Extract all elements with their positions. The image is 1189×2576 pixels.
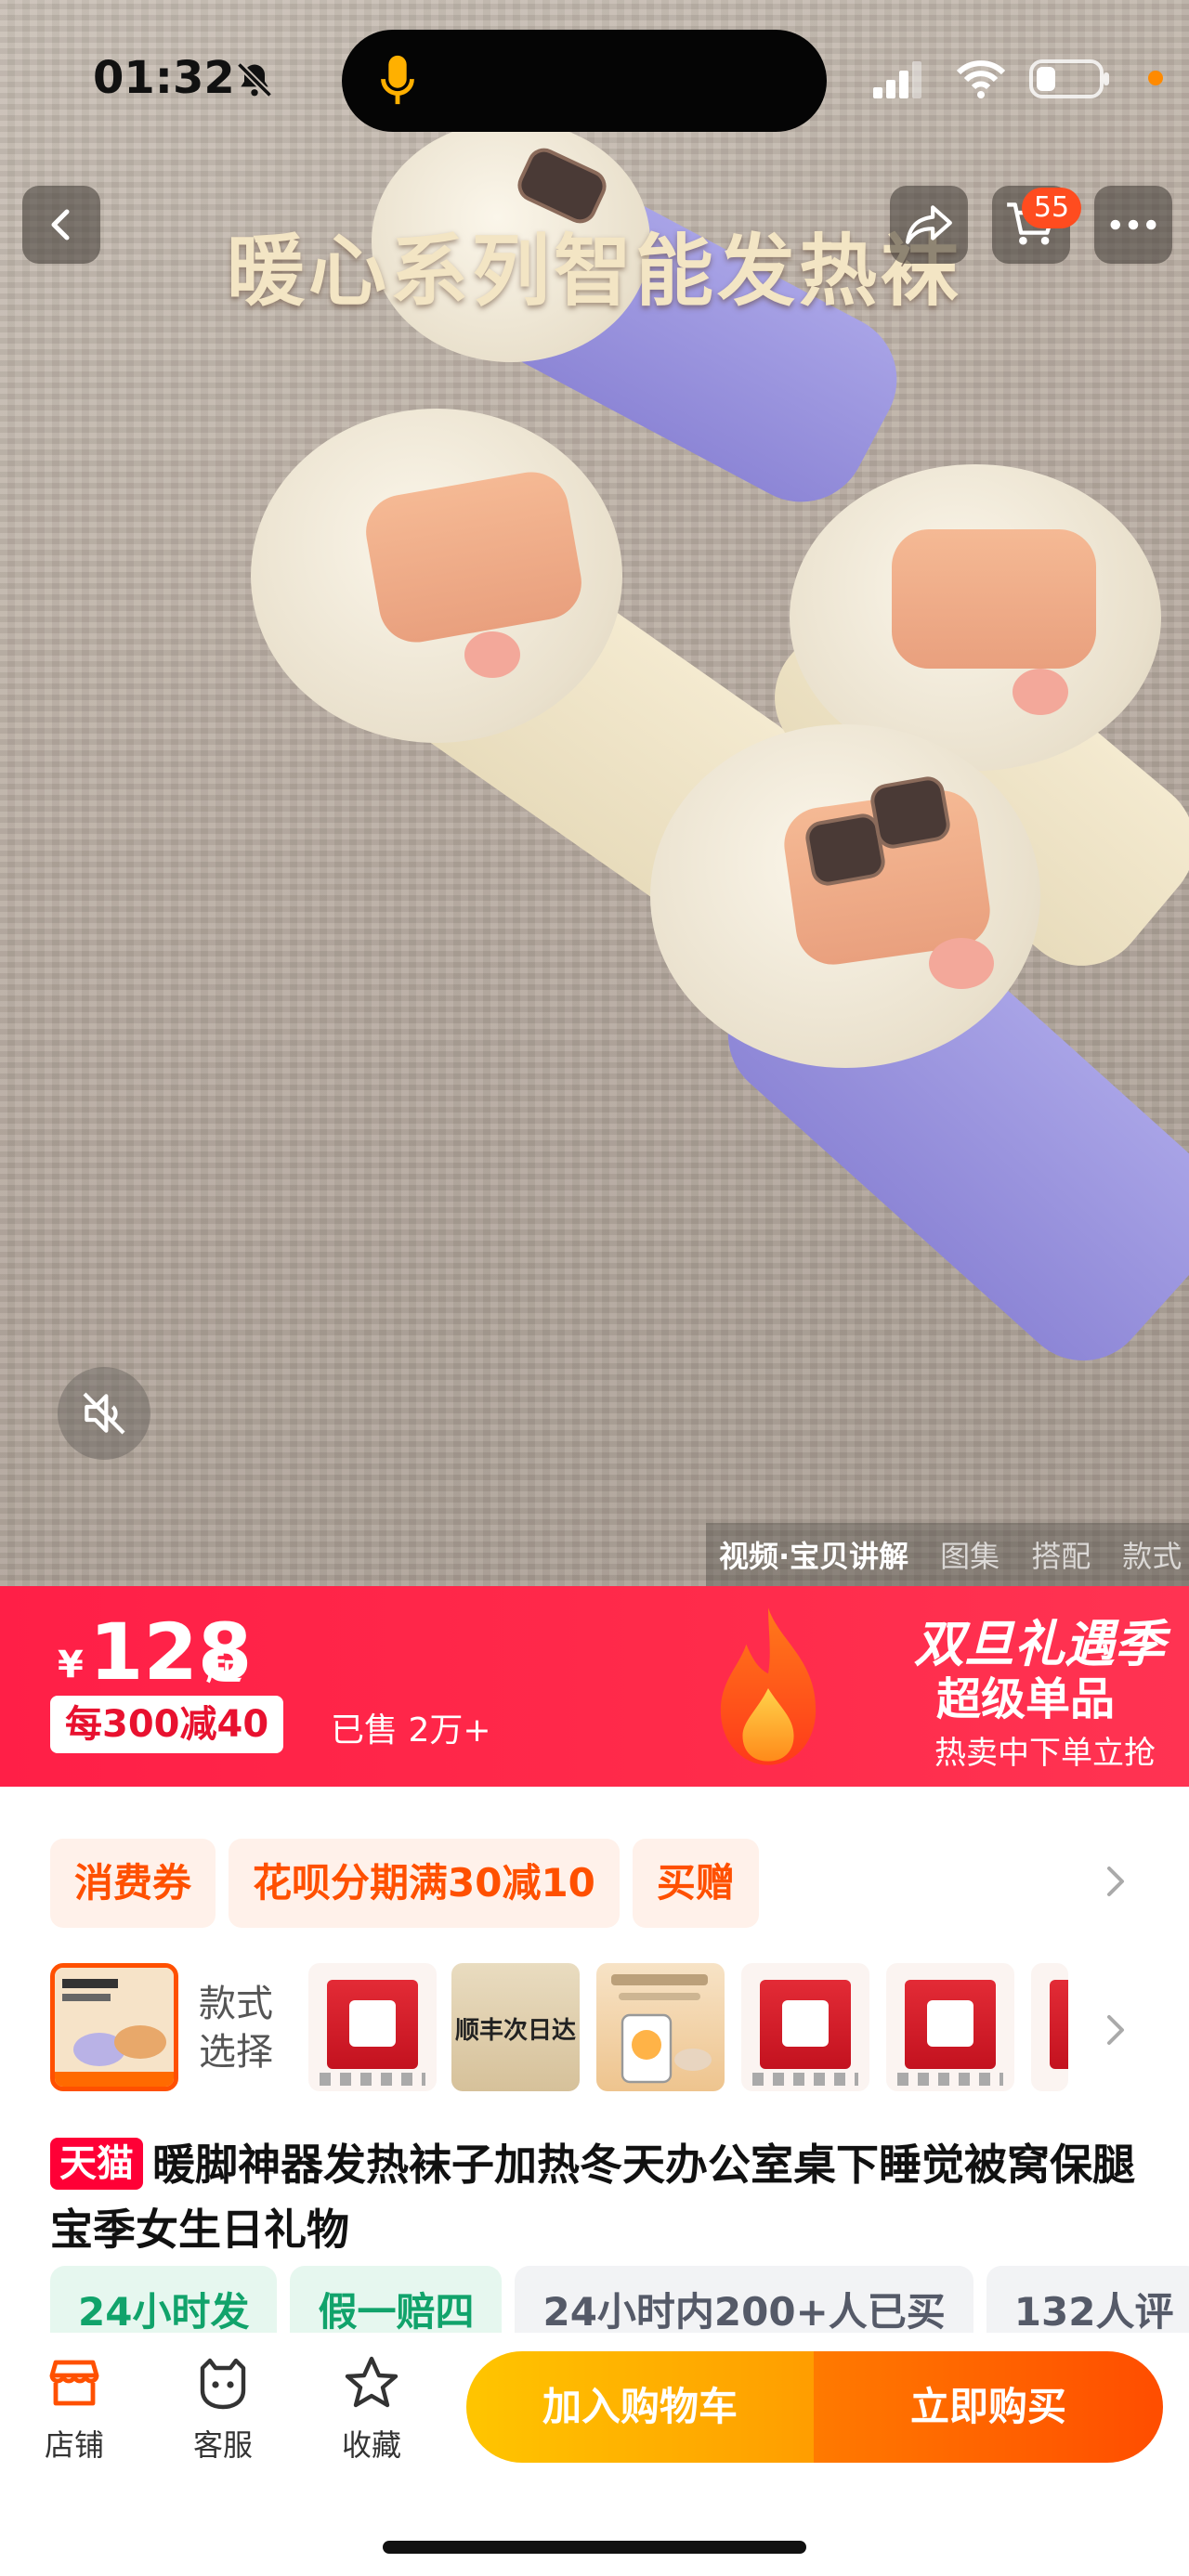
add-to-cart-button[interactable]: 加入购物车 <box>466 2351 814 2463</box>
microphone-icon <box>381 55 414 105</box>
product-title-block: 天猫 暖脚神器发热袜子加热冬天办公室桌下睡觉被窝保腿宝季女生日礼物 <box>50 2132 1146 2262</box>
sock-glasses <box>868 774 953 852</box>
back-button[interactable] <box>22 186 100 264</box>
bottom-action-bar: 店铺 客服 收藏 加入购物车 立即购买 <box>0 2333 1189 2576</box>
bell-muted-icon <box>236 61 273 98</box>
speaker-muted-icon <box>83 1392 125 1435</box>
product-video[interactable]: 暖心系列智能发热袜 01:32 55 视频·宝贝讲解 图集 搭配 款式 <box>0 0 1189 1586</box>
style-selector: 款式选择 顺丰次日达 <box>0 1963 1189 2095</box>
cellular-signal-icon <box>873 61 921 98</box>
customer-service-label: 客服 <box>192 2427 253 2463</box>
price-banner: ¥ 128 起 每300减40 已售 2万+ 双旦礼遇季 超级单品 热卖中下单立… <box>0 1586 1189 1787</box>
price-suffix: 起 <box>206 1646 242 1687</box>
wifi-icon <box>957 60 1005 98</box>
battery-icon <box>1029 59 1109 98</box>
sock-cheek <box>1013 669 1068 715</box>
customer-service-icon <box>200 2358 246 2410</box>
product-thumbnail-image <box>55 1968 174 2087</box>
buy-now-button[interactable]: 立即购买 <box>814 2351 1163 2463</box>
style-thumb-app[interactable] <box>596 1963 725 2091</box>
store-button[interactable]: 店铺 <box>19 2353 130 2465</box>
chevron-left-icon <box>51 209 70 241</box>
tag-24h-ship[interactable]: 24小时发 <box>50 2266 278 2333</box>
chevron-right-icon[interactable] <box>1096 1863 1133 1900</box>
tag-fake-compensation[interactable]: 假一赔四 <box>290 2266 503 2333</box>
coupon-consumption[interactable]: 消费券 <box>50 1839 216 1928</box>
coupon-huabei[interactable]: 花呗分期满30减10 <box>229 1839 620 1928</box>
sock-face <box>892 529 1096 669</box>
star-icon <box>345 2356 399 2408</box>
store-icon <box>49 2360 99 2406</box>
tab-match[interactable]: 搭配 <box>1031 1533 1091 1576</box>
style-select-label[interactable]: 款式选择 <box>199 1980 292 2076</box>
tab-gallery[interactable]: 图集 <box>940 1533 1000 1576</box>
sock-cheek <box>929 938 994 989</box>
flame-icon <box>720 1607 817 1765</box>
currency-symbol: ¥ <box>58 1644 84 1686</box>
tab-styles[interactable]: 款式 <box>1122 1533 1182 1576</box>
dynamic-island <box>342 30 827 132</box>
style-thumb-selected[interactable] <box>50 1963 178 2091</box>
sock-cheek <box>464 631 520 678</box>
tag-reviews[interactable]: 132人评 <box>986 2266 1189 2333</box>
style-thumb-gift-2[interactable] <box>741 1963 869 2091</box>
tag-recent-buyers[interactable]: 24小时内200+人已买 <box>515 2266 973 2333</box>
share-icon <box>906 205 952 244</box>
coupon-gift[interactable]: 买赠 <box>632 1839 759 1928</box>
more-button[interactable] <box>1094 186 1172 264</box>
favorite-label: 收藏 <box>341 2427 401 2463</box>
privacy-indicator-dot <box>1148 71 1163 85</box>
tab-video[interactable]: 视频·宝贝讲解 <box>719 1533 908 1576</box>
express-text: 顺丰次日达 <box>454 2017 576 2045</box>
style-thumb-gift-4[interactable] <box>1031 1963 1068 2091</box>
style-thumb-gift[interactable] <box>308 1963 437 2091</box>
share-button[interactable] <box>890 186 968 264</box>
style-thumb-express[interactable]: 顺丰次日达 <box>451 1963 580 2091</box>
promo-caption: 热卖中下单立抢 <box>934 1735 1156 1772</box>
status-time: 01:32 <box>93 52 235 104</box>
product-title: 暖脚神器发热袜子加热冬天办公室桌下睡觉被窝保腿宝季女生日礼物 <box>50 2140 1135 2255</box>
media-tabs: 视频·宝贝讲解 图集 搭配 款式 <box>706 1523 1189 1586</box>
home-indicator <box>383 2541 806 2554</box>
style-thumb-gift-3[interactable] <box>886 1963 1014 2091</box>
favorite-button[interactable]: 收藏 <box>316 2353 427 2465</box>
discount-tag[interactable]: 每300减40 <box>50 1696 284 1753</box>
cart-count-badge: 55 <box>1022 188 1081 228</box>
tmall-badge: 天猫 <box>50 2138 143 2190</box>
service-tags: 24小时发 假一赔四 24小时内200+人已买 132人评 <box>50 2266 1189 2333</box>
mute-toggle-button[interactable] <box>58 1367 150 1460</box>
phone-app-image <box>611 1974 712 2084</box>
customer-service-button[interactable]: 客服 <box>167 2353 279 2465</box>
chevron-right-icon[interactable] <box>1096 2011 1133 2049</box>
more-dots-icon <box>1110 219 1156 230</box>
store-label: 店铺 <box>44 2427 104 2463</box>
sold-count: 已售 2万+ <box>331 1711 491 1750</box>
coupon-row: 消费券 花呗分期满30减10 买赠 <box>50 1839 759 1928</box>
promo-subtitle: 超级单品 <box>935 1673 1115 1725</box>
